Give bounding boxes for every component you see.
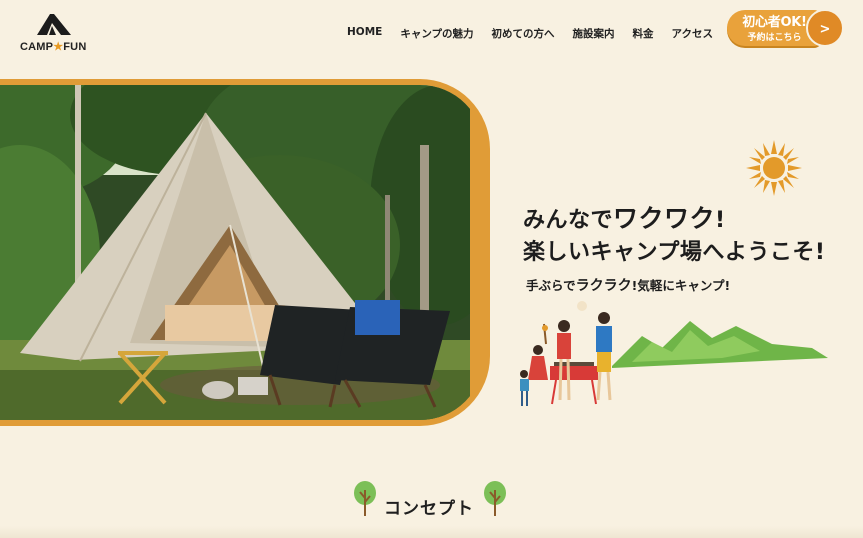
family-bbq-illustration: [520, 301, 828, 406]
tent-logo-icon: [37, 14, 71, 35]
hero-headline-line2: 楽しいキャンプ場へようこそ!: [523, 240, 826, 265]
star-icon: ★: [53, 41, 64, 53]
logo-text: CAMP★FUN: [20, 41, 87, 53]
reserve-arrow-button[interactable]: >: [806, 9, 844, 47]
nav-item-home[interactable]: HOME: [347, 26, 382, 41]
logo[interactable]: CAMP★FUN: [18, 10, 90, 56]
concept-heading: コンセプト: [350, 480, 510, 520]
tree-icon: [484, 481, 506, 516]
tent-scene-illustration: [0, 85, 484, 420]
hero-image-frame: [0, 79, 490, 426]
nav-item-facilities[interactable]: 施設案内: [573, 26, 615, 41]
tree-icon: [354, 481, 376, 516]
nav-item-pricing[interactable]: 料金: [633, 26, 654, 41]
sun-icon: [746, 140, 802, 196]
hero-photo: [0, 85, 484, 420]
hero-subline: 手ぶらでラクラク!気軽にキャンプ!: [526, 278, 731, 294]
hero-headline: みんなでワクワク! 楽しいキャンプ場へようこそ!: [523, 203, 825, 269]
nav-item-first-time[interactable]: 初めての方へ: [492, 26, 555, 41]
nav-item-access[interactable]: アクセス: [672, 26, 713, 41]
hero-headline-line1: みんなでワクワク!: [523, 204, 726, 233]
section-divider: [0, 526, 863, 538]
nav-item-appeal[interactable]: キャンプの魅力: [400, 26, 473, 41]
concept-title: コンセプト: [384, 499, 474, 519]
main-nav: HOME キャンプの魅力 初めての方へ 施設案内 料金 アクセス: [347, 26, 713, 41]
